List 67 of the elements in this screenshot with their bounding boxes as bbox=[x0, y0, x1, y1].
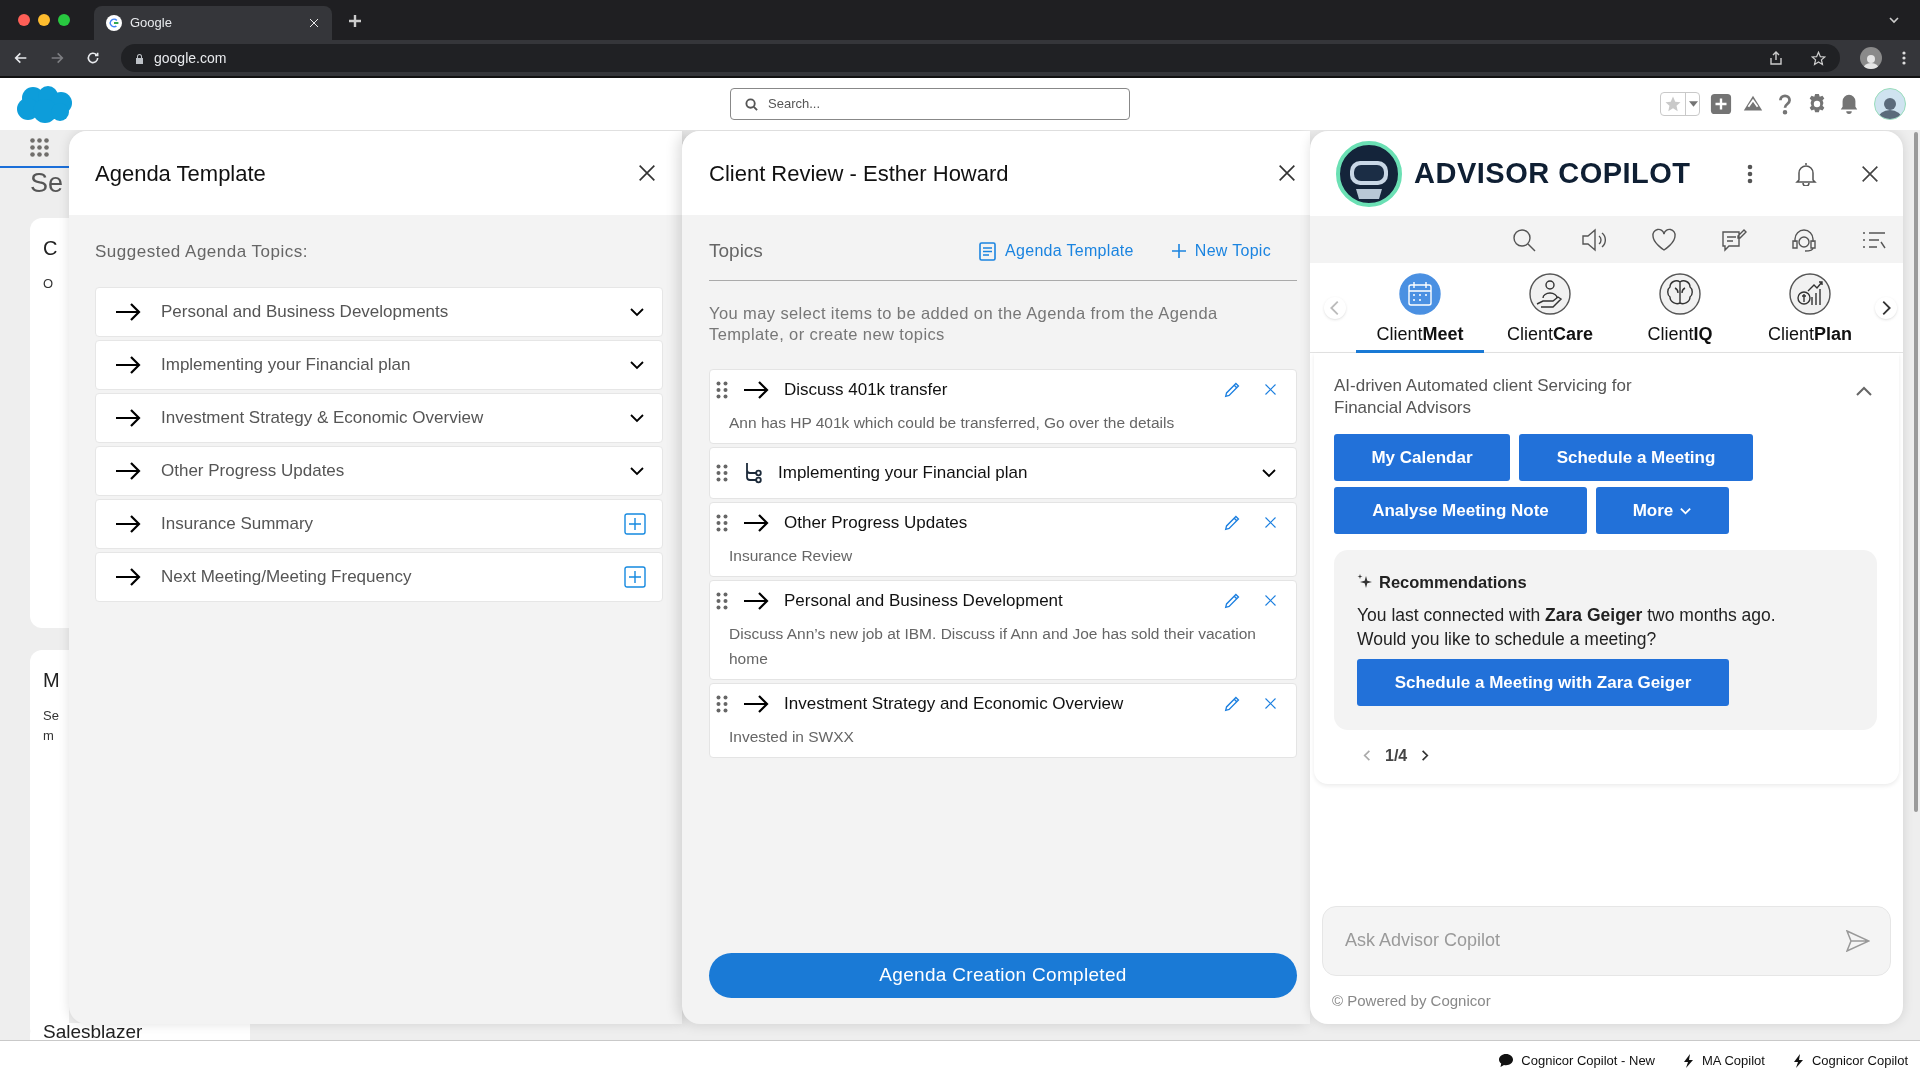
agenda-item[interactable]: Discuss 401k transfer Ann has HP 401k which could be transferred, Go over the details bbox=[709, 368, 1297, 444]
utility-item[interactable]: Cognicor Copilot bbox=[1792, 1050, 1908, 1071]
new-topic-link[interactable]: New Topic bbox=[1171, 239, 1271, 264]
utility-item[interactable]: Cognicor Copilot - New bbox=[1499, 1050, 1655, 1071]
topic-label: Personal and Business Developments bbox=[161, 300, 450, 323]
topic-label: Implementing your Financial plan bbox=[161, 353, 412, 376]
topics-heading: Topics bbox=[709, 239, 764, 263]
agenda-topic[interactable]: Implementing your Financial plan bbox=[95, 339, 663, 390]
topic-label: Next Meeting/Meeting Frequency bbox=[161, 565, 413, 588]
recommendation-text: You last connected with Zara Geiger two months ago. Would you like to schedule a meeting? bbox=[1357, 603, 1777, 651]
product-tab[interactable]: ClientPlan bbox=[1746, 264, 1874, 353]
footer-text: © Powered by Cognicor bbox=[1331, 990, 1492, 1011]
agenda-item[interactable]: Implementing your Financial plan bbox=[709, 446, 1297, 499]
agenda-topic[interactable]: Insurance Summary bbox=[95, 498, 663, 549]
browser-tab[interactable]: Google bbox=[94, 6, 332, 40]
action-button[interactable]: Analyse Meeting Note bbox=[1334, 487, 1587, 534]
agenda-topic[interactable]: Other Progress Updates bbox=[95, 445, 663, 496]
search-field[interactable]: Search... bbox=[730, 88, 1130, 120]
item-note: Discuss Ann’s new job at IBM. Discuss if Ann and Joe has sold their vacation home bbox=[728, 623, 1257, 669]
item-title: Discuss 401k transfer bbox=[784, 378, 949, 401]
agenda-template-link[interactable]: Agenda Template bbox=[979, 239, 1134, 264]
page-heading: Se bbox=[29, 167, 65, 198]
url-text: google.com bbox=[154, 48, 228, 68]
item-title: Investment Strategy and Economic Overview bbox=[784, 692, 1125, 715]
agenda-topic[interactable]: Next Meeting/Meeting Frequency bbox=[95, 551, 663, 602]
product-tab[interactable]: ClientCare bbox=[1486, 264, 1614, 353]
card-title: C bbox=[43, 235, 59, 260]
item-title: Implementing your Financial plan bbox=[778, 461, 1029, 484]
agenda-topic[interactable]: Personal and Business Developments bbox=[95, 286, 663, 337]
card-title: M bbox=[43, 667, 61, 692]
card-text: m bbox=[43, 726, 55, 745]
item-title: Personal and Business Development bbox=[784, 589, 1064, 612]
topic-label: Insurance Summary bbox=[161, 512, 315, 535]
page-indicator: 1/4 bbox=[1385, 745, 1408, 766]
instruction-text: You may select items to be added on the Agenda from the Agenda Template, or create new topics bbox=[709, 302, 1219, 345]
complete-button[interactable]: Agenda Creation Completed bbox=[709, 953, 1297, 998]
ask-input: Ask Advisor Copilot bbox=[1345, 927, 1846, 954]
panel-title: Client Review - Esther Howard bbox=[709, 159, 1010, 188]
search-input: Search... bbox=[768, 94, 1115, 114]
item-note: Insurance Review bbox=[728, 545, 854, 566]
agenda-item[interactable]: Investment Strategy and Economic Overview Invested in SWXX bbox=[709, 682, 1297, 758]
section-label: Suggested Agenda Topics: bbox=[95, 241, 309, 263]
card-text: O bbox=[43, 274, 55, 293]
agenda-topic[interactable]: Investment Strategy & Economic Overview bbox=[95, 392, 663, 443]
ask-field[interactable]: Ask Advisor Copilot bbox=[1322, 905, 1891, 976]
card-text: Se bbox=[43, 706, 60, 725]
more-dropdown-button[interactable]: More bbox=[1596, 487, 1729, 534]
panel-title: Agenda Template bbox=[95, 159, 267, 188]
topic-label: Investment Strategy & Economic Overview bbox=[161, 406, 485, 429]
topic-label: Other Progress Updates bbox=[161, 459, 346, 482]
product-tab[interactable]: ClientMeet bbox=[1356, 264, 1484, 353]
schedule-meeting-button[interactable]: Schedule a Meeting with Zara Geiger bbox=[1357, 658, 1729, 706]
action-button[interactable]: Schedule a Meeting bbox=[1519, 434, 1753, 481]
item-note: Invested in SWXX bbox=[728, 726, 855, 747]
action-button[interactable]: My Calendar bbox=[1334, 434, 1510, 481]
app-title: ADVISOR COPILOT bbox=[1414, 155, 1692, 191]
address-bar[interactable]: google.com bbox=[121, 44, 1840, 72]
recommendations-heading: Recommendations bbox=[1379, 572, 1527, 593]
intro-text: AI-driven Automated client Servicing for Financial Advisors bbox=[1334, 375, 1633, 419]
agenda-item[interactable]: Personal and Business Development Discuss Ann’s new job at IBM. Discuss if Ann and Joe has sold their vacation home bbox=[709, 579, 1297, 680]
tab-title: Google bbox=[130, 14, 173, 33]
item-title: Other Progress Updates bbox=[784, 511, 969, 534]
utility-item[interactable]: MA Copilot bbox=[1683, 1050, 1765, 1071]
product-tab[interactable]: ClientIQ bbox=[1616, 264, 1744, 353]
agenda-item[interactable]: Other Progress Updates Insurance Review bbox=[709, 501, 1297, 577]
item-note: Ann has HP 401k which could be transferred, Go over the details bbox=[728, 412, 1176, 433]
card-title: Salesblazer bbox=[43, 1024, 144, 1040]
